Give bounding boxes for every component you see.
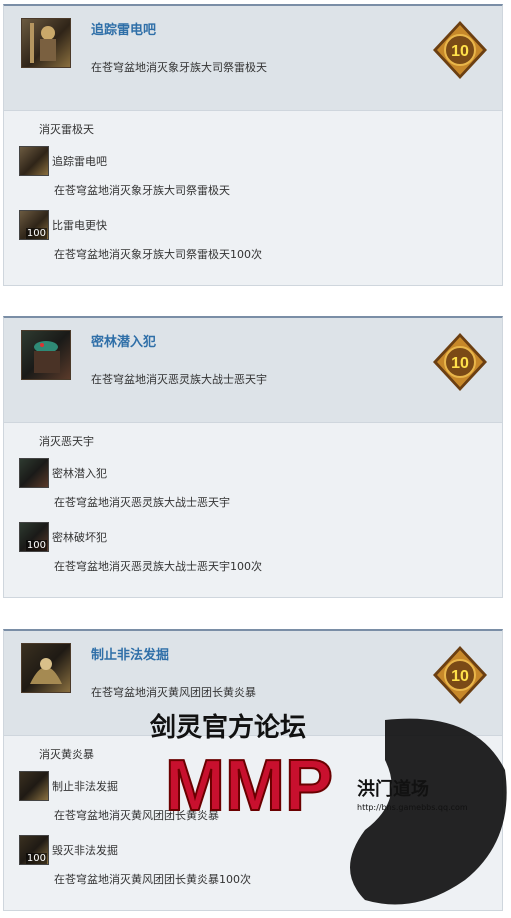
count-badge: 100	[25, 228, 47, 239]
boss-figure-icon	[30, 658, 62, 684]
achievement-points-medal: 10	[433, 646, 487, 704]
achievement-desc: 在苍穹盆地消灭象牙族大司祭雷极天	[91, 61, 267, 74]
boss-figure-icon	[34, 341, 60, 373]
boss-portrait	[21, 643, 71, 693]
achievement-desc: 在苍穹盆地消灭黄风团团长黄炎暴	[91, 686, 256, 699]
forum-name: 剑灵官方论坛	[150, 712, 306, 743]
count-badge: 100	[25, 853, 47, 864]
achievement-points-medal: 10	[433, 333, 487, 391]
boss-figure-icon	[30, 23, 56, 63]
achievement-header: 密林潜入犯 在苍穹盆地消灭恶灵族大战士恶天宇 10	[4, 318, 502, 423]
sub-achievement-icon	[19, 458, 49, 488]
sub-achievement-desc: 在苍穹盆地消灭象牙族大司祭雷极天100次	[54, 248, 262, 261]
achievement-desc: 在苍穹盆地消灭恶灵族大战士恶天宇	[91, 373, 267, 386]
boss-portrait	[21, 330, 71, 380]
achievement-points-medal: 10	[433, 21, 487, 79]
achievement-title[interactable]: 制止非法发掘	[91, 644, 169, 663]
sub-achievement-icon	[19, 771, 49, 801]
guild-name: 洪门道场	[357, 778, 429, 800]
achievement-header: 追踪雷电吧 在苍穹盆地消灭象牙族大司祭雷极天 10	[4, 6, 502, 111]
points-value: 10	[451, 355, 469, 372]
sub-achievement-icon	[19, 146, 49, 176]
sub-achievement-icon: 100	[19, 835, 49, 865]
sub-achievement-desc: 在苍穹盆地消灭象牙族大司祭雷极天	[54, 184, 230, 197]
sub-achievement-icon: 100	[19, 522, 49, 552]
achievement-title[interactable]: 密林潜入犯	[91, 331, 156, 350]
sub-achievement-icon: 100	[19, 210, 49, 240]
section-label: 消灭雷极天	[39, 123, 94, 136]
count-badge: 100	[25, 540, 47, 551]
forum-watermark: 剑灵官方论坛 MMP 洪门道场 http://bns.gamebbs.qq.co…	[150, 712, 507, 905]
logo-text: MMP	[165, 746, 333, 826]
forum-url: http://bns.gamebbs.qq.com	[357, 803, 468, 812]
boss-portrait	[21, 18, 71, 68]
sub-achievement-desc: 在苍穹盆地消灭恶灵族大战士恶天宇100次	[54, 560, 262, 573]
sub-achievement-name[interactable]: 毁灭非法发掘	[52, 842, 118, 858]
sub-achievement-name[interactable]: 制止非法发掘	[52, 778, 118, 794]
achievement-title[interactable]: 追踪雷电吧	[91, 19, 156, 38]
achievement-card: 追踪雷电吧 在苍穹盆地消灭象牙族大司祭雷极天 10 消灭雷极天 追踪雷电吧 在苍…	[3, 4, 503, 286]
points-value: 10	[451, 668, 469, 685]
sub-achievement-name[interactable]: 密林破坏犯	[52, 529, 107, 545]
sub-achievement-name[interactable]: 追踪雷电吧	[52, 153, 107, 169]
sub-achievement-name[interactable]: 密林潜入犯	[52, 465, 107, 481]
section-label: 消灭黄炎暴	[39, 748, 94, 761]
sub-achievement-desc: 在苍穹盆地消灭恶灵族大战士恶天宇	[54, 496, 230, 509]
points-value: 10	[451, 43, 469, 60]
section-label: 消灭恶天宇	[39, 435, 94, 448]
achievement-card: 密林潜入犯 在苍穹盆地消灭恶灵族大战士恶天宇 10 消灭恶天宇 密林潜入犯 在苍…	[3, 316, 503, 598]
sub-achievement-name[interactable]: 比雷电更快	[52, 217, 107, 233]
